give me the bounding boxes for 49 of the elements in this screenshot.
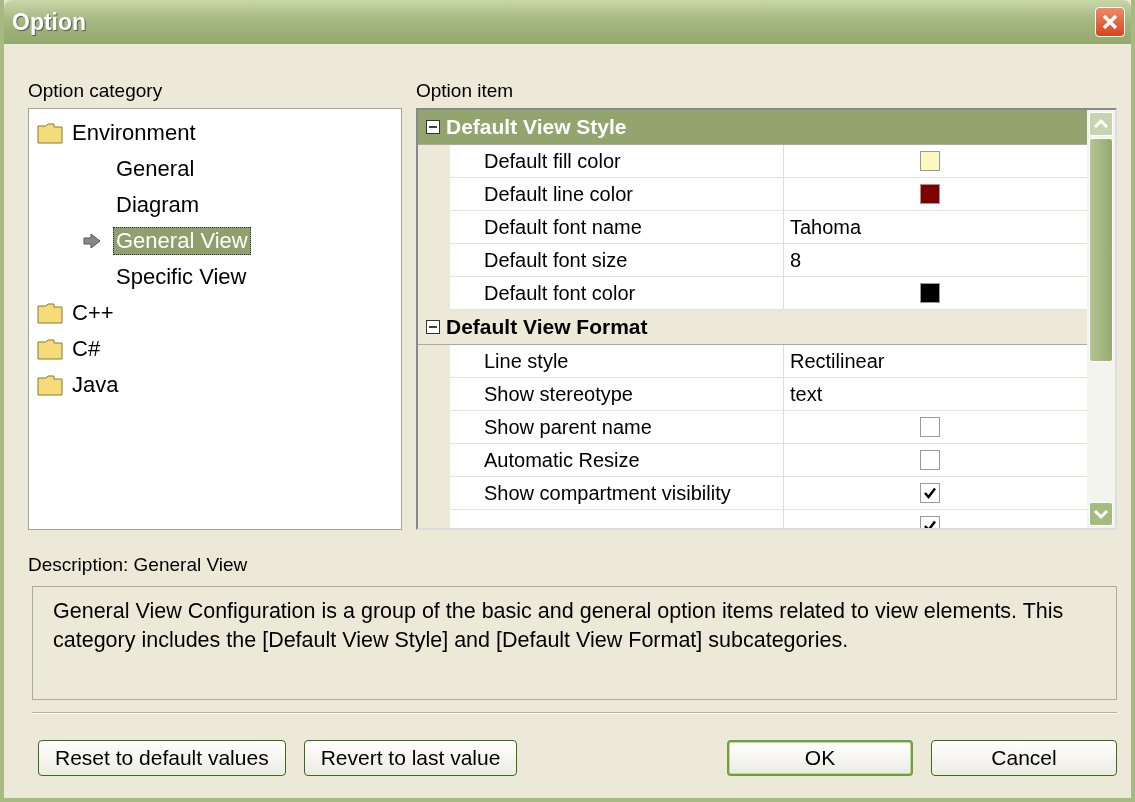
dialog-button[interactable]: OK <box>727 740 913 776</box>
window-title: Option <box>12 8 87 36</box>
property-name: Line style <box>484 349 569 373</box>
tree-item[interactable]: Specific View <box>113 263 250 291</box>
checkbox[interactable] <box>920 483 940 503</box>
checkbox[interactable] <box>920 450 940 470</box>
property-name: Show compartment visibility <box>484 481 731 505</box>
color-swatch[interactable] <box>920 151 940 171</box>
panel-label: Option item <box>416 80 515 103</box>
property-value: Tahoma <box>790 215 862 239</box>
tree-item[interactable]: General <box>113 155 198 183</box>
property-value: Rectilinear <box>790 349 885 373</box>
property-name: Default fill color <box>484 149 621 173</box>
color-swatch[interactable] <box>920 184 940 204</box>
close-button[interactable] <box>1095 7 1125 37</box>
group-title: Default View Style <box>446 115 627 139</box>
color-swatch[interactable] <box>920 283 940 303</box>
dialog-button[interactable]: Reset to default values <box>38 740 286 776</box>
property-name: Automatic Resize <box>484 448 640 472</box>
arrow-icon <box>83 233 101 249</box>
tree-item[interactable]: Environment <box>69 119 199 147</box>
property-value: 8 <box>790 248 802 272</box>
scroll-down-button[interactable] <box>1089 502 1113 526</box>
folder-icon <box>37 374 63 396</box>
group-title: Default View Format <box>446 315 648 339</box>
checkbox[interactable] <box>920 417 940 437</box>
dialog-button[interactable]: Revert to last value <box>303 740 518 776</box>
folder-icon <box>37 302 63 324</box>
scrollbar[interactable] <box>1087 110 1115 528</box>
property-name: Default font color <box>484 281 636 305</box>
collapse-icon[interactable] <box>426 120 440 134</box>
folder-icon <box>37 122 63 144</box>
panel-label: Option category <box>28 80 164 103</box>
scroll-thumb[interactable] <box>1089 138 1113 362</box>
property-value: text <box>790 382 823 406</box>
description-text: General View Configuration is a group of the basic and general option items related to view elements. This category includes the [Default View Style] and [Default View Format] subcategories. <box>32 586 1117 700</box>
property-name: Default font size <box>484 248 628 272</box>
tree-item[interactable]: C# <box>69 335 104 363</box>
tree-item[interactable]: C++ <box>69 299 117 327</box>
tree-item[interactable]: Java <box>69 371 122 399</box>
property-name: Default font name <box>484 215 642 239</box>
collapse-icon[interactable] <box>426 320 440 334</box>
description-label: Description: General View <box>28 554 249 576</box>
folder-icon <box>37 338 63 360</box>
property-name: Show stereotype <box>484 382 633 406</box>
dialog-button[interactable]: Cancel <box>931 740 1117 776</box>
property-name: Show parent name <box>484 415 652 439</box>
tree-item[interactable]: Diagram <box>113 191 203 219</box>
property-name: Default line color <box>484 182 633 206</box>
